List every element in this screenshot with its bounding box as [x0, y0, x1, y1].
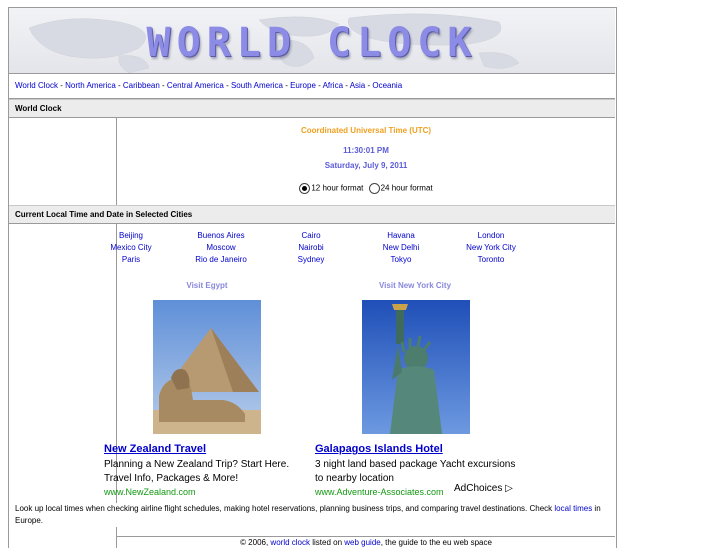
- sphinx-pyramid-image[interactable]: [153, 300, 261, 434]
- city-link-new-delhi[interactable]: New Delhi: [361, 243, 441, 252]
- region-nav: World Clock - North America - Caribbean …: [9, 74, 615, 99]
- footer-world-clock-link[interactable]: world clock: [270, 538, 310, 547]
- city-link-sydney[interactable]: Sydney: [271, 255, 351, 264]
- nav-world-clock[interactable]: World Clock: [15, 81, 58, 90]
- city-link-nairobi[interactable]: Nairobi: [271, 243, 351, 252]
- nav-south-america[interactable]: South America: [231, 81, 283, 90]
- city-link-rio-de-janeiro[interactable]: Rio de Janeiro: [181, 255, 261, 264]
- footer-mid: listed on: [310, 538, 345, 547]
- nav-europe[interactable]: Europe: [290, 81, 316, 90]
- ad-url-new-zealand[interactable]: www.NewZealand.com: [104, 487, 196, 497]
- utc-date: Saturday, July 9, 2011: [324, 161, 408, 170]
- label-12-hour[interactable]: 12 hour format: [311, 184, 363, 193]
- adchoices-badge[interactable]: AdChoices ▷: [454, 483, 513, 494]
- ad-title-new-zealand[interactable]: New Zealand Travel: [104, 443, 206, 455]
- radio-24-hour[interactable]: [368, 183, 380, 194]
- radio-12-hour[interactable]: [299, 183, 311, 194]
- nav-asia[interactable]: Asia: [350, 81, 366, 90]
- local-times-link[interactable]: local times: [554, 504, 592, 513]
- nav-africa[interactable]: Africa: [323, 81, 343, 90]
- utc-time: 11:30:01 PM: [343, 146, 389, 155]
- ad-url-galapagos[interactable]: www.Adventure-Associates.com: [315, 487, 444, 497]
- nav-separator: -: [223, 81, 231, 90]
- city-link-cairo[interactable]: Cairo: [271, 231, 351, 240]
- visit-nyc-link[interactable]: Visit New York City: [345, 281, 485, 290]
- label-24-hour[interactable]: 24 hour format: [381, 184, 433, 193]
- footer: © 2006, world clock listed on web guide,…: [117, 536, 615, 547]
- visit-egypt-link[interactable]: Visit Egypt: [137, 281, 277, 290]
- footer-web-guide-link[interactable]: web guide: [344, 538, 380, 547]
- nav-separator: -: [115, 81, 123, 90]
- adchoices-label: AdChoices: [454, 483, 503, 494]
- nav-separator: -: [159, 81, 167, 90]
- description-text: Look up local times when checking airlin…: [15, 504, 555, 513]
- city-link-beijing[interactable]: Beijing: [91, 231, 171, 240]
- ad-text-new-zealand: Planning a New Zealand Trip? Start Here.…: [104, 458, 314, 486]
- time-format-selector: 12 hour format 24 hour format: [117, 183, 615, 194]
- ad-line: Travel Info, Packages & More!: [104, 473, 239, 484]
- section-header-local-times: Current Local Time and Date in Selected …: [9, 205, 615, 224]
- page-description: Look up local times when checking airlin…: [15, 503, 610, 527]
- footer-tail: , the guide to the eu web space: [380, 538, 492, 547]
- city-link-buenos-aires[interactable]: Buenos Aires: [181, 231, 261, 240]
- city-link-mexico-city[interactable]: Mexico City: [91, 243, 171, 252]
- nav-separator: -: [343, 81, 350, 90]
- utc-title: Coordinated Universal Time (UTC): [300, 126, 432, 135]
- ad-text-galapagos: 3 night land based package Yacht excursi…: [315, 458, 545, 486]
- city-link-new-york-city[interactable]: New York City: [451, 243, 531, 252]
- site-logo[interactable]: WORLD CLOCK: [9, 20, 615, 66]
- footer-copyright: © 2006,: [240, 538, 271, 547]
- nav-caribbean[interactable]: Caribbean: [123, 81, 160, 90]
- play-triangle-icon: ▷: [505, 483, 513, 494]
- city-link-london[interactable]: London: [451, 231, 531, 240]
- city-link-toronto[interactable]: Toronto: [451, 255, 531, 264]
- city-link-moscow[interactable]: Moscow: [181, 243, 261, 252]
- nav-central-america[interactable]: Central America: [167, 81, 224, 90]
- ad-line: 3 night land based package Yacht excursi…: [315, 459, 516, 470]
- banner: WORLD CLOCK: [9, 8, 615, 74]
- ad-line: Planning a New Zealand Trip? Start Here.: [104, 459, 290, 470]
- ad-title-galapagos[interactable]: Galapagos Islands Hotel: [315, 443, 443, 455]
- statue-of-liberty-image[interactable]: [362, 300, 470, 434]
- nav-separator: -: [315, 81, 323, 90]
- nav-north-america[interactable]: North America: [65, 81, 116, 90]
- nav-oceania[interactable]: Oceania: [372, 81, 402, 90]
- section-header-world-clock: World Clock: [9, 99, 615, 118]
- city-link-paris[interactable]: Paris: [91, 255, 171, 264]
- city-link-havana[interactable]: Havana: [361, 231, 441, 240]
- city-link-tokyo[interactable]: Tokyo: [361, 255, 441, 264]
